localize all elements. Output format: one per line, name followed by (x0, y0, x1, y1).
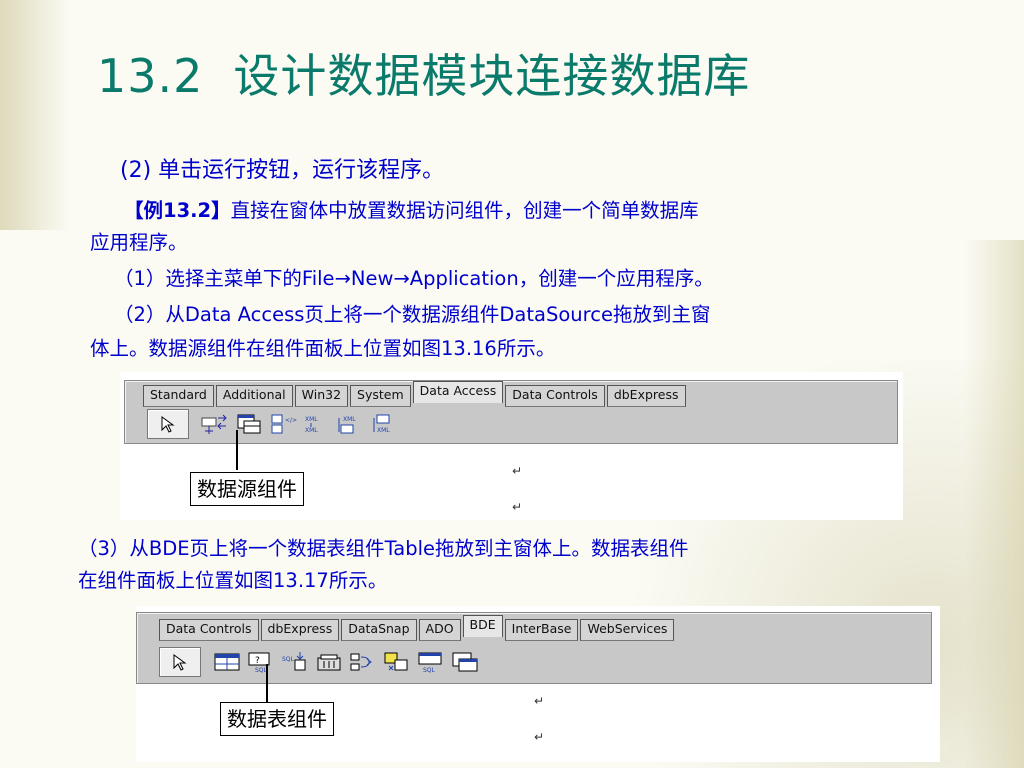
batch-move-icon[interactable] (383, 650, 411, 674)
leader-line (266, 664, 268, 704)
paragraph-step-3: （3）从BDE页上将一个数据表组件Table拖放到主窗体上。数据表组件 (78, 537, 689, 560)
database-icon[interactable] (315, 650, 343, 674)
tab-data-access[interactable]: Data Access (412, 381, 504, 403)
example-label: 【例13.2】 (124, 199, 231, 222)
paragraph-step-3-cont: 在组件面板上位置如图13.17所示。 (78, 569, 388, 592)
tab-interbase[interactable]: InterBase (504, 619, 579, 641)
svg-text:</>: </> (285, 417, 297, 424)
component-palette: Standard Additional Win32 System Data Ac… (124, 380, 898, 444)
paragraph-step-2: （2）从Data Access页上将一个数据源组件DataSource拖放到主窗 (114, 303, 711, 326)
svg-text:XML: XML (377, 427, 390, 434)
tab-dbexpress[interactable]: dbExpress (606, 385, 686, 407)
palette-tabs: Standard Additional Win32 System Data Ac… (143, 381, 688, 407)
slide-title: 13.2 设计数据模块连接数据库 (97, 40, 750, 106)
paragraph-step-1: （1）选择主菜单下的File→New→Application，创建一个应用程序。 (114, 267, 714, 290)
palette-components: ? SQL SQL SQL (159, 647, 485, 677)
svg-text:SQL: SQL (282, 656, 295, 663)
xml-provider-icon[interactable]: XML (337, 412, 365, 436)
nested-table-icon[interactable] (451, 650, 479, 674)
paragraph-example-intro-cont: 应用程序。 (90, 231, 188, 254)
tab-data-controls[interactable]: Data Controls (505, 385, 605, 407)
tab-data-controls[interactable]: Data Controls (159, 619, 259, 641)
pointer-icon[interactable] (147, 409, 189, 439)
return-mark-icon: ↵ (512, 464, 523, 478)
return-mark-icon: ↵ (512, 500, 523, 514)
paragraph-step-2-cont: 体上。数据源组件在组件面板上位置如图13.16所示。 (90, 337, 556, 360)
query-icon[interactable]: </> (269, 412, 297, 436)
query-icon[interactable]: ? SQL (247, 650, 275, 674)
background-vine-left (0, 0, 70, 230)
title-text: 设计数据模块连接数据库 (233, 49, 751, 103)
leader-line (236, 430, 238, 470)
svg-text:XML: XML (343, 416, 356, 423)
palette-components: </> XML XML XML XML (147, 409, 405, 439)
svg-text:?: ? (255, 656, 260, 666)
session-icon[interactable] (349, 650, 377, 674)
title-number: 13.2 (97, 49, 204, 103)
figure-13-17-bde-palette: Data Controls dbExpress DataSnap ADO BDE… (136, 606, 940, 762)
tab-bde[interactable]: BDE (462, 615, 503, 637)
paragraph-example-intro: 【例13.2】直接在窗体中放置数据访问组件，创建一个简单数据库 (124, 196, 699, 225)
example-text: 直接在窗体中放置数据访问组件，创建一个简单数据库 (230, 199, 699, 222)
datasource-icon[interactable] (201, 412, 229, 436)
palette-tabs: Data Controls dbExpress DataSnap ADO BDE… (159, 615, 676, 641)
return-mark-icon: ↵ (534, 730, 545, 744)
tab-win32[interactable]: Win32 (294, 385, 349, 407)
client-dataset-icon[interactable]: XML (371, 412, 399, 436)
tab-dbexpress[interactable]: dbExpress (260, 619, 340, 641)
paragraph-run-program: (2) 单击运行按钮，运行该程序。 (120, 158, 445, 183)
table-icon[interactable] (213, 650, 241, 674)
tab-additional[interactable]: Additional (215, 385, 293, 407)
tab-ado[interactable]: ADO (418, 619, 461, 641)
svg-text:XML: XML (305, 427, 318, 434)
return-mark-icon: ↵ (534, 694, 545, 708)
svg-text:XML: XML (305, 416, 318, 423)
stored-proc-icon[interactable]: SQL (281, 650, 309, 674)
datasource-callout: 数据源组件 (190, 472, 304, 506)
component-palette: Data Controls dbExpress DataSnap ADO BDE… (136, 612, 932, 684)
pointer-icon[interactable] (159, 647, 201, 677)
tab-system[interactable]: System (350, 385, 411, 407)
tab-standard[interactable]: Standard (143, 385, 214, 407)
table-component-callout: 数据表组件 (220, 702, 334, 736)
figure-13-16-data-access-palette: Standard Additional Win32 System Data Ac… (120, 372, 903, 520)
tab-datasnap[interactable]: DataSnap (341, 619, 417, 641)
xml-transform-icon[interactable]: XML XML (303, 412, 331, 436)
update-sql-icon[interactable]: SQL (417, 650, 445, 674)
svg-text:SQL: SQL (423, 667, 436, 674)
table-icon[interactable] (235, 412, 263, 436)
tab-webservices[interactable]: WebServices (580, 619, 675, 641)
